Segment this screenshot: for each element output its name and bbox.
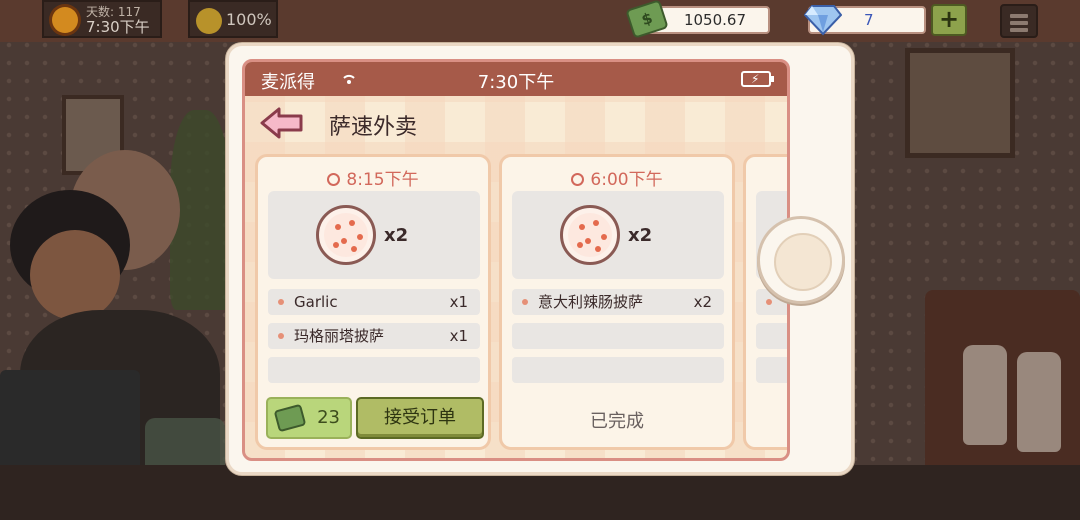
smile-icon [196,8,222,34]
reward-value: 23 [317,407,340,428]
list-item-empty [756,323,787,349]
list-item-empty [512,323,724,349]
order-time: 6:00下午 [502,165,732,190]
game-time: 7:30下午 [86,18,150,36]
list-item-empty [756,357,787,383]
wall-picture-right [905,48,1015,158]
sun-icon [52,7,78,33]
clock-icon [571,173,585,186]
customer-face [30,230,120,320]
pizza-preview: x2 [268,191,480,279]
phone-home-button[interactable] [757,216,845,304]
cash-icon [273,403,307,433]
order-card: 8:15下午 x2 Garlic x1 玛格丽塔披萨 x1 23 接受订单 [255,154,491,450]
accept-order-button[interactable]: 接受订单 [356,397,484,439]
list-item-empty [268,357,480,383]
item-name: 意大利辣肠披萨 [538,293,644,311]
menu-icon [1010,14,1028,18]
gem-icon [804,5,842,36]
buy-gems-button[interactable]: + [931,4,967,36]
item-name: 玛格丽塔披萨 [294,327,385,345]
pizza-icon [560,205,620,265]
phone-status-bar: 麦派得 7:30下午 ⚡ [245,62,787,96]
pizza-quantity: x2 [384,225,409,246]
reward-badge: 23 [266,397,352,439]
happiness-panel: 100% [188,0,278,38]
bottle-2 [1017,352,1061,452]
day-time-panel: 天数: 117 7:30下午 [42,0,162,38]
day-counter: 天数: 117 [86,5,141,19]
order-card: 6:00下午 x2 意大利辣肠披萨 x2 已完成 [499,154,735,450]
list-item: 玛格丽塔披萨 x1 [268,323,480,349]
order-status: 已完成 [590,411,644,432]
item-count: x2 [693,293,712,311]
bottle-1 [963,345,1007,445]
cash-register [0,370,140,480]
list-item: 意大利辣肠披萨 x2 [512,289,724,315]
pizza-icon [316,205,376,265]
battery-icon: ⚡ [741,71,774,87]
list-item-empty [512,357,724,383]
phone-screen: 麦派得 7:30下午 ⚡ 萨速外卖 8:15下午 x2 Garlic x1 玛格… [242,59,790,461]
phone-device: 麦派得 7:30下午 ⚡ 萨速外卖 8:15下午 x2 Garlic x1 玛格… [226,43,854,475]
menu-button[interactable] [1000,4,1038,38]
happiness-value: 100% [226,10,272,29]
list-item: Garlic x1 [268,289,480,315]
app-header: 萨速外卖 [245,96,787,148]
order-card [743,154,787,450]
item-count: x1 [449,293,468,311]
pizza-preview: x2 [512,191,724,279]
order-time: 8:15下午 [258,165,488,190]
item-name: Garlic [294,293,338,311]
clock-icon [327,173,341,186]
item-count: x1 [449,327,468,345]
pizza-quantity: x2 [628,225,653,246]
back-arrow-icon[interactable] [259,106,305,140]
app-title: 萨速外卖 [329,115,418,140]
phone-clock: 7:30下午 [477,72,555,93]
